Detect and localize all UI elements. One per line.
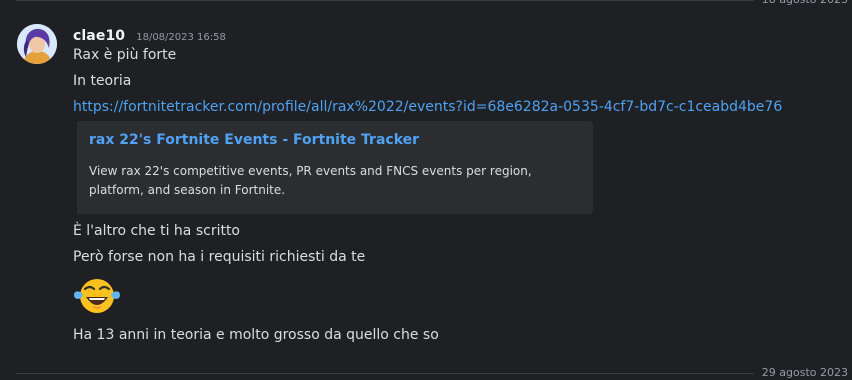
- message-link-line: https://fortnitetracker.com/profile/all/…: [73, 97, 782, 117]
- embed-description: View rax 22's competitive events, PR eve…: [89, 164, 532, 197]
- link-embed: rax 22's Fortnite Events - Fortnite Trac…: [73, 121, 593, 214]
- date-divider-label: 18 agosto 2023: [753, 0, 852, 8]
- date-divider-bottom: 29 agosto 2023: [16, 365, 852, 380]
- message-text: Però forse non ha i requisiti richiesti …: [73, 249, 366, 265]
- embed-title[interactable]: rax 22's Fortnite Events - Fortnite Trac…: [89, 132, 419, 148]
- date-divider-label: 29 agosto 2023: [753, 365, 852, 380]
- avatar[interactable]: [17, 24, 57, 64]
- message-timestamp[interactable]: 18/08/2023 16:58: [136, 32, 226, 43]
- message-text: Ha 13 anni in teoria e molto grosso da q…: [73, 327, 439, 343]
- message-link[interactable]: https://fortnitetracker.com/profile/all/…: [73, 99, 782, 115]
- chat-message-area: 18 agosto 2023 clae10 18/08/2023 16:58 R…: [0, 0, 852, 380]
- avatar-image-icon: [17, 24, 57, 64]
- message-text: In teoria: [73, 73, 132, 89]
- username[interactable]: clae10: [73, 28, 125, 44]
- message-header: clae10 18/08/2023 16:58: [73, 25, 226, 44]
- date-divider-top: 18 agosto 2023: [16, 0, 852, 8]
- message-text: È l'altro che ti ha scritto: [73, 223, 241, 239]
- message-text: Rax è più forte: [73, 47, 177, 63]
- face-with-tears-of-joy-icon[interactable]: [72, 276, 122, 316]
